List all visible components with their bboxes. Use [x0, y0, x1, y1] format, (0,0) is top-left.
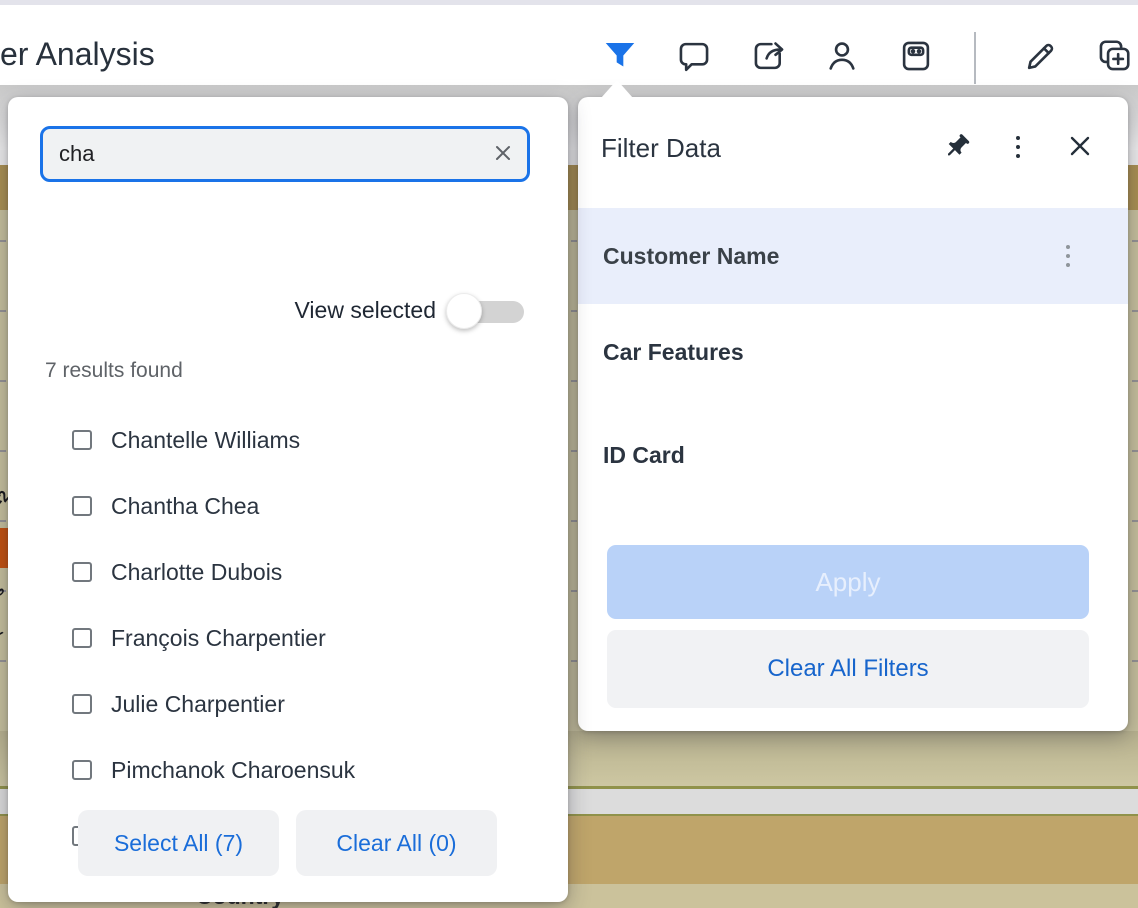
filter-field-label: Customer Name — [603, 208, 779, 304]
search-box — [40, 126, 530, 182]
filter-values-popup: View selected 7 results found Chantelle … — [8, 97, 568, 902]
edit-button[interactable] — [1019, 35, 1063, 79]
list-item-label: François Charpentier — [111, 625, 326, 652]
comment-icon — [675, 37, 713, 78]
browser-top-strip — [0, 0, 1138, 5]
kebab-menu-icon — [1016, 136, 1020, 158]
list-item[interactable]: Chantha Chea — [72, 489, 259, 523]
list-item-label: Charlotte Dubois — [111, 559, 282, 586]
share-button[interactable] — [747, 35, 791, 79]
clear-all-button[interactable]: Clear All (0) — [296, 810, 497, 876]
filter-field-label: ID Card — [603, 425, 685, 485]
filter-button[interactable] — [598, 35, 642, 79]
toggle-knob — [446, 293, 482, 329]
panel-caret — [601, 80, 633, 98]
search-clear-button[interactable] — [483, 134, 523, 174]
filter-field-id-card[interactable]: ID Card — [578, 425, 1128, 485]
checkbox[interactable] — [72, 760, 92, 780]
presentation-icon — [897, 37, 935, 78]
list-item-label: Pimchanok Charoensuk — [111, 757, 355, 784]
results-count: 7 results found — [45, 359, 183, 383]
filter-field-label: Car Features — [603, 322, 744, 382]
duplicate-add-button[interactable] — [1092, 35, 1136, 79]
close-x-icon — [1064, 130, 1096, 165]
checkbox[interactable] — [72, 562, 92, 582]
user-icon — [823, 37, 861, 78]
checkbox[interactable] — [72, 430, 92, 450]
clear-all-filters-button[interactable]: Clear All Filters — [607, 630, 1089, 708]
view-selected-label: View selected — [295, 297, 437, 324]
filter-data-panel: Filter Data Customer Name Car Features — [578, 97, 1128, 731]
clear-x-icon — [491, 141, 515, 168]
list-item[interactable]: François Charpentier — [72, 621, 326, 655]
checkbox[interactable] — [72, 628, 92, 648]
pin-icon — [940, 130, 972, 165]
panel-menu-button[interactable] — [1002, 131, 1034, 163]
toolbar-divider — [974, 32, 976, 84]
list-item-label: Chantha Chea — [111, 493, 259, 520]
list-item-label: Julie Charpentier — [111, 691, 285, 718]
user-button[interactable] — [820, 35, 864, 79]
filter-field-customer-name[interactable]: Customer Name — [578, 208, 1128, 304]
filter-field-car-features[interactable]: Car Features — [578, 322, 1128, 382]
duplicate-add-icon — [1095, 37, 1133, 78]
field-menu-icon[interactable] — [1066, 245, 1070, 267]
panel-title: Filter Data — [601, 133, 721, 164]
apply-button[interactable]: Apply — [607, 545, 1089, 619]
checkbox[interactable] — [72, 496, 92, 516]
comment-button[interactable] — [672, 35, 716, 79]
list-item[interactable]: Julie Charpentier — [72, 687, 285, 721]
search-input[interactable] — [43, 129, 483, 179]
filter-icon — [601, 37, 639, 78]
panel-close-button[interactable] — [1064, 131, 1096, 163]
presentation-button[interactable] — [894, 35, 938, 79]
page-title: er Analysis — [0, 36, 155, 73]
list-item[interactable]: Charlotte Dubois — [72, 555, 282, 589]
edit-pencil-icon — [1022, 37, 1060, 78]
checkbox[interactable] — [72, 694, 92, 714]
list-item[interactable]: Chantelle Williams — [72, 423, 300, 457]
panel-actions — [940, 131, 1096, 163]
list-item[interactable]: Pimchanok Charoensuk — [72, 753, 355, 787]
app-canvas: -2 s < Country er Analysis — [0, 0, 1138, 908]
pin-button[interactable] — [940, 131, 972, 163]
list-item-label: Chantelle Williams — [111, 427, 300, 454]
select-all-button[interactable]: Select All (7) — [78, 810, 279, 876]
toolbar: er Analysis — [0, 5, 1138, 85]
view-selected-toggle[interactable] — [446, 293, 528, 331]
share-icon — [750, 37, 788, 78]
